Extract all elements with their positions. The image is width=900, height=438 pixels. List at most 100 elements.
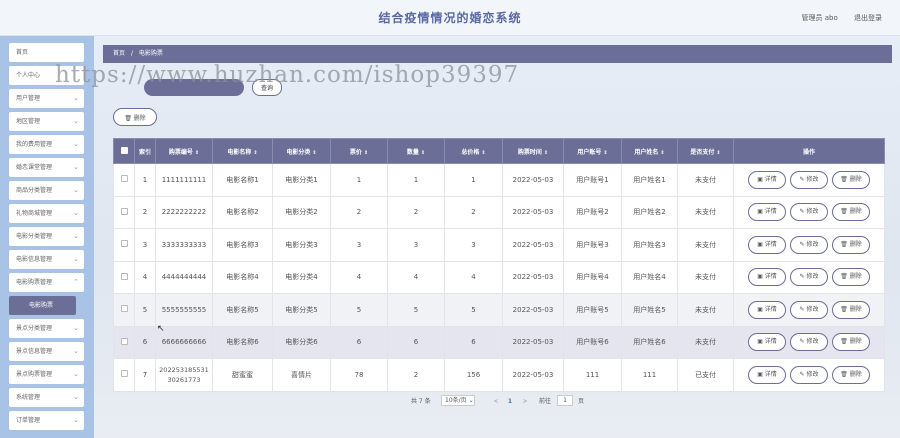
delete-button[interactable]: 🗑 删除 — [832, 268, 870, 287]
delete-button[interactable]: 🗑 删除 — [832, 203, 870, 222]
delete-button[interactable]: 🗑 删除 — [832, 365, 870, 384]
row-checkbox[interactable] — [113, 358, 135, 392]
edit-button[interactable]: ✎ 修改 — [790, 235, 828, 254]
edit-icon: ✎ — [799, 208, 805, 216]
col-header-price[interactable]: 票价 ⇕ — [330, 138, 388, 164]
sidebar-item-love-class[interactable]: 婚恋课堂管理 ⌄ — [9, 158, 84, 177]
col-header-movie-name[interactable]: 电影名称 ⇕ — [212, 138, 273, 164]
prev-page-button[interactable]: < — [491, 396, 501, 407]
col-header-total[interactable]: 总价格 ⇕ — [444, 138, 503, 164]
edit-button[interactable]: ✎ 修改 — [790, 300, 828, 319]
col-header-ticket-no[interactable]: 购票编号 ⇕ — [155, 138, 213, 164]
cell-quantity: 2 — [387, 195, 445, 229]
edit-button[interactable]: ✎ 修改 — [790, 333, 828, 352]
select-all-checkbox[interactable] — [113, 138, 135, 164]
cell-ticket-no: 2222222222 — [155, 195, 213, 229]
detail-button[interactable]: ▣ 详情 — [748, 170, 786, 189]
edit-button[interactable]: ✎ 修改 — [790, 365, 828, 384]
page-number-current[interactable]: 1 — [504, 396, 516, 407]
detail-button[interactable]: ▣ 详情 — [748, 300, 786, 319]
chevron-down-icon: ⌄ — [73, 255, 79, 263]
delete-label: 删除 — [849, 370, 862, 378]
sidebar-item-gift-shop[interactable]: 礼物商城管理 ⌄ — [9, 204, 84, 223]
sidebar-item-regions[interactable]: 地区管理 ⌄ — [9, 112, 84, 131]
sidebar-item-label: 个人中心 — [16, 72, 41, 79]
col-header-purchase-time[interactable]: 购票时间 ⇕ — [502, 138, 564, 164]
breadcrumb-home[interactable]: 首页 — [113, 50, 125, 57]
delete-button[interactable]: 🗑 删除 — [832, 170, 870, 189]
cell-user-account: 用户账号6 — [563, 325, 622, 359]
col-header-user-account[interactable]: 用户账号 ⇕ — [563, 138, 622, 164]
checkbox-icon — [120, 207, 128, 215]
cell-total: 6 — [444, 325, 503, 359]
detail-button[interactable]: ▣ 详情 — [748, 268, 786, 287]
cell-user-name: 用户姓名2 — [621, 195, 678, 229]
cell-paid: 未支付 — [677, 195, 734, 229]
sidebar-subitem-movie-ticket[interactable]: 电影购票 — [9, 296, 76, 315]
edit-button[interactable]: ✎ 修改 — [790, 170, 828, 189]
cell-quantity: 5 — [387, 293, 445, 327]
detail-button[interactable]: ▣ 详情 — [748, 235, 786, 254]
trash-icon: 🗑 — [840, 338, 848, 346]
sidebar-item-scenic-category[interactable]: 景点分类管理 ⌄ — [9, 319, 84, 338]
row-checkbox[interactable] — [113, 195, 135, 229]
row-checkbox[interactable] — [113, 260, 135, 294]
cell-ticket-no: 5555555555 — [155, 293, 213, 327]
sidebar-item-home[interactable]: 首页 — [9, 43, 84, 62]
chevron-down-icon: ⌄ — [73, 393, 79, 401]
edit-icon: ✎ — [799, 273, 805, 281]
sidebar-item-movie-ticket-mgmt[interactable]: 电影购票管理 ⌃ — [9, 273, 84, 292]
sidebar-item-movie-category[interactable]: 电影分类管理 ⌄ — [9, 227, 84, 246]
sidebar-item-label: 订单管理 — [16, 417, 41, 424]
row-checkbox[interactable] — [113, 325, 135, 359]
col-header-user-name[interactable]: 用户姓名 ⇕ — [621, 138, 678, 164]
sidebar-item-orders[interactable]: 订单管理 ⌄ — [9, 411, 84, 430]
edit-button[interactable]: ✎ 修改 — [790, 268, 828, 287]
delete-button[interactable]: 🗑 删除 — [832, 235, 870, 254]
edit-button[interactable]: ✎ 修改 — [790, 203, 828, 222]
sort-icon: ⇕ — [253, 149, 258, 156]
detail-label: 详情 — [764, 338, 777, 346]
cell-index: 1 — [134, 163, 156, 197]
sidebar-item-movie-info[interactable]: 电影信息管理 ⌄ — [9, 250, 84, 269]
mouse-cursor-icon: ↖ — [157, 324, 165, 334]
goto-page-input[interactable]: 1 — [557, 395, 573, 406]
cell-movie-name: 电影名称2 — [212, 195, 273, 229]
row-checkbox[interactable] — [113, 293, 135, 327]
page-size-select[interactable]: 10条/页 ⌄ — [441, 395, 475, 406]
delete-label: 删除 — [849, 305, 862, 313]
cell-movie-name: 电影名称6 — [212, 325, 273, 359]
detail-button[interactable]: ▣ 详情 — [748, 333, 786, 352]
cell-purchase-time: 2022-05-03 — [502, 358, 564, 392]
edit-icon: ✎ — [799, 175, 805, 183]
row-checkbox[interactable] — [113, 228, 135, 262]
next-page-button[interactable]: > — [520, 396, 530, 407]
col-header-movie-category[interactable]: 电影分类 ⇕ — [272, 138, 331, 164]
sidebar-item-scenic-info[interactable]: 景点信息管理 ⌄ — [9, 342, 84, 361]
row-checkbox[interactable] — [113, 163, 135, 197]
goto-label: 前往 — [539, 398, 552, 405]
batch-delete-button[interactable]: 🗑 删除 — [113, 108, 157, 126]
logout-link[interactable]: 退出登录 — [854, 14, 882, 22]
col-header-actions: 操作 — [733, 138, 885, 164]
detail-button[interactable]: ▣ 详情 — [748, 203, 786, 222]
sidebar-item-label: 景点购票管理 — [16, 371, 53, 378]
ticket-table: 索引 购票编号 ⇕ 电影名称 ⇕ 电影分类 ⇕ 票价 ⇕ 数量 ⇕ 总价格 ⇕ 购票时间 ⇕ … — [113, 138, 885, 392]
table-header-row: 索引 购票编号 ⇕ 电影名称 ⇕ 电影分类 ⇕ 票价 ⇕ 数量 ⇕ 总价格 ⇕ 购票时间 ⇕ … — [113, 138, 885, 164]
sidebar-item-system[interactable]: 系统管理 ⌄ — [9, 388, 84, 407]
col-header-quantity[interactable]: 数量 ⇕ — [387, 138, 445, 164]
detail-button[interactable]: ▣ 详情 — [748, 365, 786, 384]
col-header-paid[interactable]: 是否支付 ⇕ — [677, 138, 734, 164]
delete-button[interactable]: 🗑 删除 — [832, 300, 870, 319]
sidebar-item-label: 电影信息管理 — [16, 256, 53, 263]
sidebar-item-product-category[interactable]: 商品分类管理 ⌄ — [9, 181, 84, 200]
cell-movie-name: 电影名称4 — [212, 260, 273, 294]
sidebar-item-users[interactable]: 用户管理 ⌄ — [9, 89, 84, 108]
sidebar-item-fees[interactable]: 我的费用管理 ⌄ — [9, 135, 84, 154]
delete-button[interactable]: 🗑 删除 — [832, 333, 870, 352]
sidebar-item-scenic-ticket[interactable]: 景点购票管理 ⌄ — [9, 365, 84, 384]
trash-icon: 🗑 — [840, 175, 848, 183]
col-header-label: 是否支付 — [690, 148, 715, 156]
edit-label: 修改 — [806, 208, 819, 216]
edit-icon: ✎ — [799, 305, 805, 313]
